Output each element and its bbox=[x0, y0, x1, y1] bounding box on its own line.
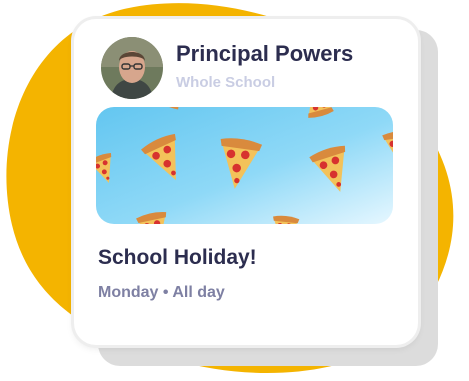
author-name[interactable]: Principal Powers bbox=[176, 41, 353, 67]
event-time: Monday • All day bbox=[98, 284, 225, 301]
event-title: School Holiday! bbox=[98, 246, 257, 269]
event-banner bbox=[96, 107, 393, 224]
audience-label: Whole School bbox=[176, 74, 276, 91]
person-photo-icon bbox=[101, 37, 163, 99]
author-avatar[interactable] bbox=[101, 37, 163, 99]
event-card[interactable]: Principal Powers Whole School School Hol… bbox=[74, 19, 418, 345]
pizza-pattern-icon bbox=[96, 107, 393, 224]
